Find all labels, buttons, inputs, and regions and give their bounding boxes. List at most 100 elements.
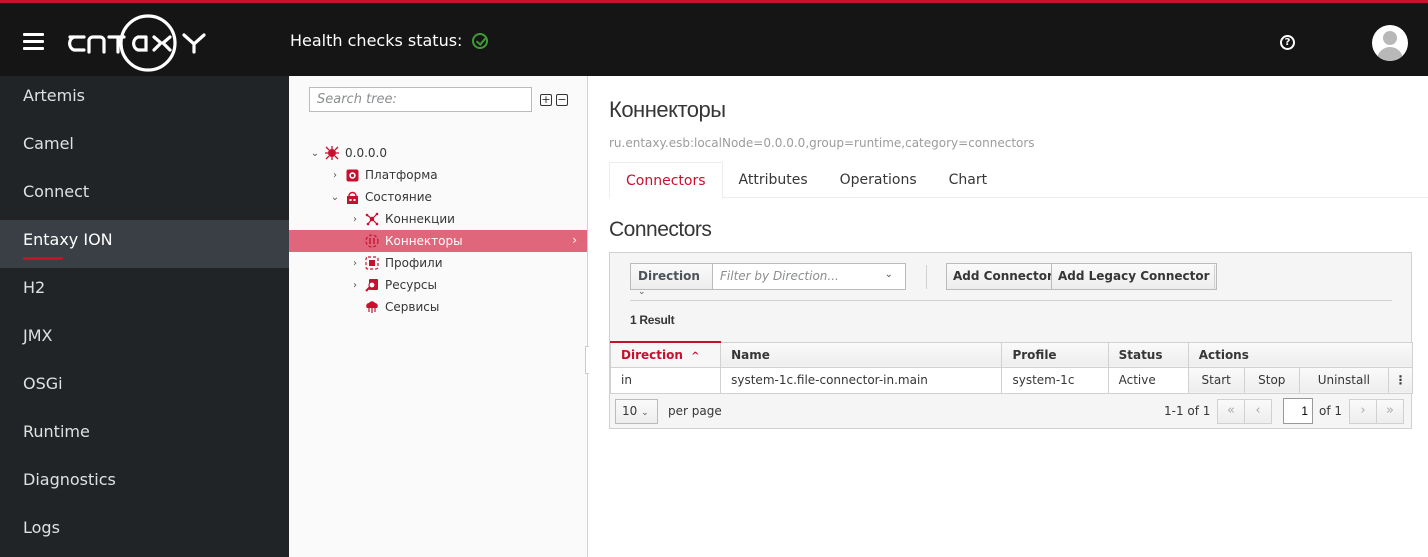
tree-node-services[interactable]: Сервисы <box>289 296 587 318</box>
state-icon <box>345 190 359 204</box>
chevron-right-icon[interactable]: › <box>349 214 361 225</box>
health-checks-status: Health checks status: <box>290 31 489 50</box>
sidebar-item-logs[interactable]: Logs <box>0 508 289 556</box>
search-tree-input[interactable] <box>309 87 532 112</box>
last-page-icon[interactable]: » <box>1376 399 1404 424</box>
column-header-profile[interactable]: Profile <box>1001 341 1109 368</box>
connectors-table: Direction ^ Name Profile Status Actions … <box>609 341 1414 394</box>
filter-by-direction-select[interactable]: Filter by Direction... ⌄ <box>712 263 906 290</box>
sidebar-item-artemis[interactable]: Artemis <box>0 76 289 124</box>
tree-node-label: Сервисы <box>385 300 440 314</box>
tree-node-platform[interactable]: › Платформа <box>289 164 587 186</box>
help-icon[interactable]: ? <box>1280 35 1295 50</box>
chevron-down-icon: ⌄ <box>638 287 646 297</box>
sidebar-item-h2[interactable]: H2 <box>0 268 289 316</box>
chevron-down-icon: ⌄ <box>884 269 893 280</box>
chevron-right-icon[interactable]: › <box>329 170 341 181</box>
tree-node-label: Коннекции <box>385 212 455 226</box>
sidebar-item-osgi[interactable]: OSGi <box>0 364 289 412</box>
per-page-dropdown[interactable]: 10 ⌄ <box>615 399 658 424</box>
filter-field-dropdown[interactable]: Direction ⌄ <box>630 263 713 297</box>
column-header-status[interactable]: Status <box>1107 341 1189 368</box>
tree-pane: + − ⌄ 0.0.0.0 › Платформа ⌄ Состояние › … <box>289 76 588 557</box>
chevron-right-icon[interactable]: › <box>349 258 361 269</box>
tab-chart[interactable]: Chart <box>933 162 1003 198</box>
sort-ascending-icon: ^ <box>691 350 700 362</box>
toolbar: Direction ⌄ Filter by Direction... ⌄ Add… <box>630 263 1392 301</box>
top-bar: Health checks status: ? <box>0 0 1428 76</box>
sidebar-item-runtime[interactable]: Runtime <box>0 412 289 460</box>
sidebar-nav: Artemis Camel Connect Entaxy ION H2 JMX … <box>0 76 289 557</box>
kebab-menu-icon[interactable]: ⋮ <box>1387 366 1414 394</box>
chevron-right-icon: › <box>572 233 577 247</box>
tree-node-resources[interactable]: › Ресурсы <box>289 274 587 296</box>
section-title: Connectors <box>609 218 712 241</box>
sidebar-item-diagnostics[interactable]: Diagnostics <box>0 460 289 508</box>
per-page-label: per page <box>668 404 722 418</box>
connectors-panel: Direction ⌄ Filter by Direction... ⌄ Add… <box>609 252 1414 429</box>
check-circle-icon[interactable] <box>472 32 489 49</box>
results-count: 1 Result <box>630 313 675 327</box>
previous-page-icon[interactable]: ‹ <box>1244 399 1272 424</box>
user-avatar[interactable] <box>1372 25 1408 61</box>
toolbar-divider <box>1214 265 1215 289</box>
profiles-icon <box>365 256 379 270</box>
tree-node-label: Коннекторы <box>385 234 463 248</box>
uninstall-button[interactable]: Uninstall <box>1298 366 1389 394</box>
sidebar-item-entaxy-ion[interactable]: Entaxy ION <box>0 220 289 268</box>
tree-node-label: Состояние <box>365 190 432 204</box>
next-page-icon[interactable]: › <box>1349 399 1377 424</box>
tab-operations[interactable]: Operations <box>824 162 933 198</box>
cell-profile: system-1c <box>1001 366 1109 394</box>
toolbar-divider <box>926 265 927 289</box>
main-content: Коннекторы ru.entaxy.esb:localNode=0.0.0… <box>589 76 1428 557</box>
column-header-direction[interactable]: Direction ^ <box>609 341 722 368</box>
chevron-down-icon: ⌄ <box>641 408 649 418</box>
tree-node-connections[interactable]: › Коннекции <box>289 208 587 230</box>
tab-attributes[interactable]: Attributes <box>723 162 824 198</box>
health-label: Health checks status: <box>290 31 463 50</box>
sidebar-item-jmx[interactable]: JMX <box>0 316 289 364</box>
object-name: ru.entaxy.esb:localNode=0.0.0.0,group=ru… <box>609 136 1035 150</box>
tab-connectors[interactable]: Connectors <box>609 162 723 199</box>
cell-status: Active <box>1107 366 1189 394</box>
add-legacy-connector-button[interactable]: Add Legacy Connector <box>1051 263 1217 290</box>
page-range: 1-1 of 1 <box>1164 404 1211 418</box>
current-page-input[interactable] <box>1283 398 1313 424</box>
cloud-services-icon <box>365 300 379 314</box>
expand-all-icon[interactable]: + <box>540 94 552 106</box>
table-row: in system-1c.file-connector-in.main syst… <box>609 366 1414 394</box>
connections-icon <box>365 212 379 226</box>
stop-button[interactable]: Stop <box>1243 366 1300 394</box>
tree-node-label: Платформа <box>365 168 438 182</box>
cell-name: system-1c.file-connector-in.main <box>720 366 1003 394</box>
tree-node-label: Профили <box>385 256 443 270</box>
chevron-down-icon[interactable]: ⌄ <box>329 192 341 203</box>
tree-node-profiles[interactable]: › Профили <box>289 252 587 274</box>
tree-node-state[interactable]: ⌄ Состояние <box>289 186 587 208</box>
sidebar-item-camel[interactable]: Camel <box>0 124 289 172</box>
page-title: Коннекторы <box>609 97 726 122</box>
platform-icon <box>345 168 359 182</box>
chevron-down-icon[interactable]: ⌄ <box>309 148 321 159</box>
connectors-icon <box>365 234 379 248</box>
start-button[interactable]: Start <box>1187 366 1245 394</box>
table-header-row: Direction ^ Name Profile Status Actions <box>609 341 1414 368</box>
add-connector-button[interactable]: Add Connector <box>946 263 1060 290</box>
pagination: 10 ⌄ per page 1-1 of 1 « ‹ of 1 › » <box>610 393 1413 429</box>
tree-node-label: 0.0.0.0 <box>345 146 387 160</box>
first-page-icon[interactable]: « <box>1217 399 1245 424</box>
tree-node-root[interactable]: ⌄ 0.0.0.0 <box>289 142 587 164</box>
tree-node-connectors[interactable]: Коннекторы › <box>289 230 587 252</box>
hamburger-menu-icon[interactable] <box>23 33 44 50</box>
cell-direction: in <box>609 366 722 394</box>
jmx-tree: ⌄ 0.0.0.0 › Платформа ⌄ Состояние › Конн… <box>289 142 587 318</box>
collapse-all-icon[interactable]: − <box>556 94 568 106</box>
entaxy-logo <box>68 14 206 72</box>
tree-node-label: Ресурсы <box>385 278 438 292</box>
total-pages: of 1 <box>1319 404 1343 418</box>
column-header-name[interactable]: Name <box>720 341 1003 368</box>
sidebar-item-connect[interactable]: Connect <box>0 172 289 220</box>
chevron-right-icon[interactable]: › <box>349 280 361 291</box>
tabs: Connectors Attributes Operations Chart <box>609 162 1428 199</box>
